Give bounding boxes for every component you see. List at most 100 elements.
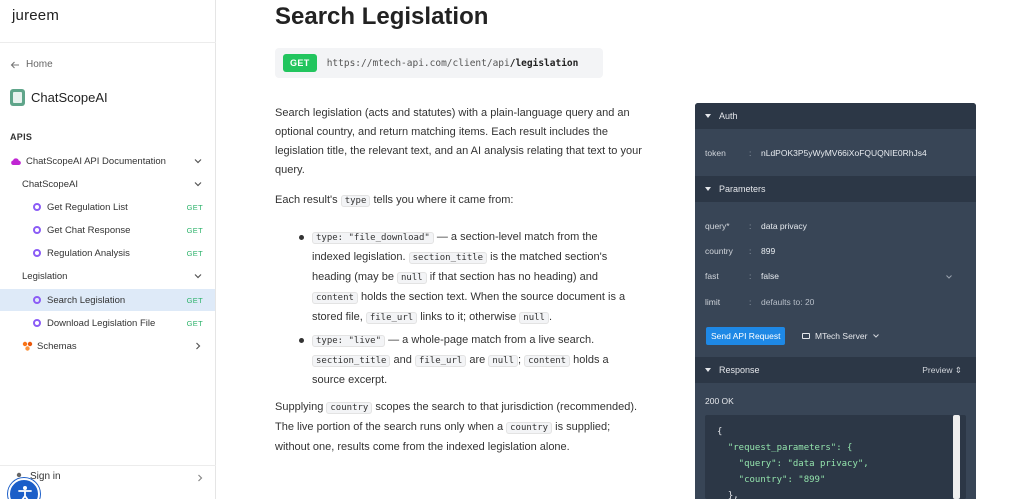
- json-line: "query": "data privacy",: [717, 459, 869, 469]
- accessibility-icon: [18, 486, 32, 499]
- field-key: query*: [705, 221, 730, 231]
- section-label-apis: APIS: [10, 132, 33, 142]
- param-value[interactable]: false: [761, 271, 779, 281]
- caret-down-icon: [705, 187, 711, 191]
- inline-code: null: [488, 355, 519, 367]
- endpoint-bar[interactable]: GET https://mtech-api.com/client/api/leg…: [275, 48, 603, 78]
- nav-item-get-chat-response[interactable]: Get Chat Response GET: [0, 219, 215, 241]
- endpoint-icon: [33, 226, 41, 234]
- auth-section-header[interactable]: Auth: [695, 103, 976, 129]
- inline-code: country: [326, 402, 373, 414]
- home-link[interactable]: Home: [10, 59, 53, 70]
- inline-code: type: [340, 195, 371, 207]
- method-badge: GET: [186, 225, 203, 235]
- inline-code: file_url: [365, 312, 418, 324]
- endpoint-url[interactable]: https://mtech-api.com/client/api/legisla…: [327, 58, 579, 69]
- param-query[interactable]: query* : data privacy: [705, 221, 807, 231]
- product-header: ChatScopeAI: [10, 89, 108, 106]
- response-status: 200 OK: [705, 396, 734, 406]
- nav-label: Search Legislation: [47, 294, 126, 306]
- server-icon: [802, 333, 810, 339]
- server-label: MTech Server: [815, 331, 868, 341]
- nav-folder-chatscopeai[interactable]: ChatScopeAI: [0, 173, 215, 195]
- text: Supplying: [275, 401, 324, 413]
- schema-icon: [22, 341, 33, 351]
- field-key: fast: [705, 271, 719, 281]
- caret-down-icon: [705, 368, 711, 372]
- home-label: Home: [26, 59, 53, 70]
- supply-paragraph: Supplying country scopes the search to t…: [275, 398, 647, 457]
- section-label: Response: [719, 365, 760, 375]
- section-label: Parameters: [719, 184, 766, 194]
- inline-code: type: "file_download": [312, 232, 434, 244]
- inline-code: null: [519, 312, 549, 324]
- caret-down-icon: [705, 114, 711, 118]
- chevron-down-icon: [194, 159, 202, 164]
- token-field[interactable]: token : nLdPOK3P5yWyMV66iXoFQUQNIE0RhJs4: [705, 148, 927, 158]
- inline-code: null: [397, 272, 427, 284]
- token-value[interactable]: nLdPOK3P5yWyMV66iXoFQUQNIE0RhJs4: [761, 148, 927, 158]
- json-line: "country": "899": [717, 475, 826, 485]
- product-name: ChatScopeAI: [31, 90, 108, 105]
- nav-item-search-legislation[interactable]: Search Legislation GET: [0, 289, 215, 311]
- param-value[interactable]: data privacy: [761, 221, 807, 231]
- field-key: country: [705, 246, 733, 256]
- inline-code: type: "live": [312, 335, 386, 347]
- endpoint-icon: [33, 203, 41, 211]
- chevron-down-icon[interactable]: [945, 273, 953, 281]
- nav-item-download-legislation-file[interactable]: Download Legislation File GET: [0, 312, 215, 334]
- divider: [0, 42, 216, 43]
- response-body[interactable]: { "request_parameters": { "query": "data…: [705, 415, 966, 499]
- json-line: "request_parameters": {: [717, 443, 853, 453]
- text: and: [393, 354, 412, 366]
- nav-label: Legislation: [22, 270, 68, 282]
- field-separator: :: [749, 246, 752, 256]
- divider: [0, 465, 216, 466]
- nav-item-get-regulation-list[interactable]: Get Regulation List GET: [0, 196, 215, 218]
- param-placeholder[interactable]: defaults to: 20: [761, 297, 814, 307]
- nav-label: ChatScopeAI API Documentation: [26, 155, 166, 167]
- server-select[interactable]: MTech Server: [802, 331, 880, 341]
- inline-code: content: [312, 292, 358, 304]
- response-scrollbar[interactable]: [953, 415, 960, 499]
- nav-group-api-documentation[interactable]: ChatScopeAI API Documentation: [0, 150, 215, 172]
- send-api-request-button[interactable]: Send API Request: [706, 327, 786, 345]
- page-title: Search Legislation: [275, 3, 489, 30]
- brand-name[interactable]: jureem: [12, 7, 59, 24]
- field-separator: :: [749, 297, 752, 307]
- nav-label: Get Chat Response: [47, 224, 131, 236]
- method-badge: GET: [186, 248, 203, 258]
- preview-toggle[interactable]: Preview ⇕: [922, 365, 962, 376]
- nav-item-regulation-analysis[interactable]: Regulation Analysis GET: [0, 242, 215, 264]
- chevron-down-icon: [194, 182, 202, 187]
- text: links to it; otherwise: [420, 311, 517, 323]
- nav-folder-legislation[interactable]: Legislation: [0, 265, 215, 287]
- cloud-icon: [11, 157, 21, 165]
- section-label: Auth: [719, 111, 738, 121]
- intro-paragraph: Search legislation (acts and statutes) w…: [275, 107, 642, 176]
- parameters-section-header[interactable]: Parameters: [695, 176, 976, 202]
- response-section-header[interactable]: Response Preview ⇕: [695, 357, 976, 383]
- chevron-right-icon: [198, 474, 203, 482]
- chevron-right-icon: [196, 342, 201, 350]
- nav-group-schemas[interactable]: Schemas: [0, 335, 215, 357]
- nav-label: Download Legislation File: [47, 317, 156, 329]
- text: are: [469, 354, 486, 366]
- param-limit[interactable]: limit : defaults to: 20: [705, 297, 814, 307]
- list-item: type: "file_download" — a section-level …: [296, 228, 636, 328]
- url-base: https://mtech-api.com/client/api: [326, 57, 510, 69]
- field-separator: :: [749, 271, 752, 281]
- type-paragraph: Each result's type tells you where it ca…: [275, 191, 647, 211]
- param-value[interactable]: 899: [761, 246, 775, 256]
- method-badge: GET: [186, 295, 203, 305]
- param-fast[interactable]: fast : false: [705, 271, 779, 281]
- field-key: limit: [705, 297, 721, 307]
- method-badge: GET: [186, 202, 203, 212]
- api-console: Auth token : nLdPOK3P5yWyMV66iXoFQUQNIE0…: [695, 103, 976, 499]
- method-badge: GET: [283, 54, 317, 72]
- text: tells you where it came from:: [373, 194, 514, 206]
- result-type-list: type: "file_download" — a section-level …: [296, 228, 636, 393]
- param-country[interactable]: country : 899: [705, 246, 775, 256]
- nav-label: Get Regulation List: [47, 201, 128, 213]
- json-line: {: [717, 427, 723, 437]
